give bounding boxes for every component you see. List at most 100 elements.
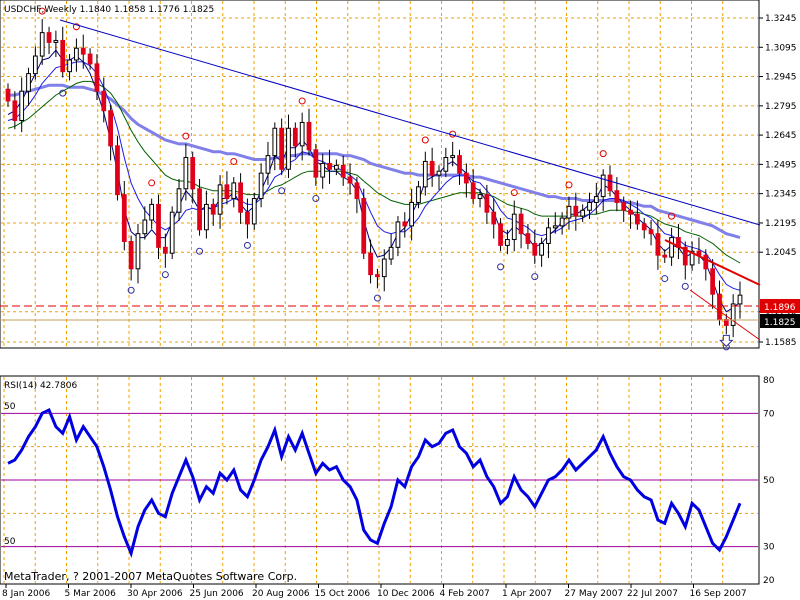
candle-body bbox=[162, 246, 168, 254]
candle-body bbox=[190, 157, 196, 190]
candle-body bbox=[101, 90, 107, 112]
candle-body bbox=[108, 110, 113, 147]
trading-chart: 1.3245 1.3095 1.2945 1.2795 1.2645 1.2495 1.23… bbox=[0, 0, 800, 600]
candle-body bbox=[169, 211, 175, 254]
candle-body bbox=[94, 63, 100, 92]
candle-body bbox=[409, 201, 415, 227]
rsi-left-level-top: 50 bbox=[4, 402, 16, 412]
candle-body bbox=[402, 221, 408, 227]
candle-body bbox=[491, 211, 497, 225]
price-tick-label: 1.2495 bbox=[765, 160, 797, 170]
candle-body bbox=[39, 32, 45, 57]
candle-body bbox=[176, 188, 182, 213]
time-tick-label: 16 Sep 2007 bbox=[690, 589, 747, 599]
candle-body bbox=[368, 252, 373, 276]
candle-body bbox=[265, 155, 271, 174]
candle-body bbox=[306, 121, 312, 151]
candle-body bbox=[381, 258, 387, 278]
price-tick-label: 1.2195 bbox=[765, 219, 797, 229]
bid-price-label: 1.1825 bbox=[764, 318, 796, 328]
candle-body bbox=[361, 198, 367, 254]
candle-body bbox=[210, 203, 216, 215]
candle-body bbox=[422, 160, 428, 188]
candle-body bbox=[641, 223, 647, 231]
candle-body bbox=[655, 233, 661, 256]
candle-body bbox=[737, 294, 743, 305]
time-tick-label: 30 Apr 2006 bbox=[127, 589, 183, 599]
chart-background bbox=[0, 0, 800, 600]
rsi-tick-label: 50 bbox=[763, 476, 775, 486]
candle-body bbox=[245, 211, 250, 225]
candle-body bbox=[498, 223, 503, 246]
candle-body bbox=[74, 47, 79, 61]
candle-body bbox=[593, 196, 599, 203]
time-tick-label: 20 Aug 2006 bbox=[252, 589, 310, 599]
time-tick-label: 22 Jul 2007 bbox=[627, 589, 678, 599]
time-tick-label: 15 Oct 2006 bbox=[315, 589, 371, 599]
candle-body bbox=[395, 221, 401, 248]
rsi-left-level-bottom: 50 bbox=[4, 537, 16, 547]
candle-body bbox=[204, 203, 209, 231]
time-tick-label: 1 Apr 2007 bbox=[502, 589, 552, 599]
candle-body bbox=[635, 213, 640, 225]
time-tick-label: 8 Jan 2006 bbox=[2, 589, 50, 599]
rsi-header: RSI(14) 42.7806 bbox=[4, 381, 77, 391]
copyright-text: MetaTrader, ? 2001-2007 MetaQuotes Softw… bbox=[4, 570, 297, 583]
candle-body bbox=[197, 188, 202, 231]
price-tick-label: 1.2645 bbox=[765, 131, 797, 141]
candle-body bbox=[128, 240, 134, 270]
candle-body bbox=[525, 233, 531, 244]
candle-body bbox=[717, 293, 722, 321]
candle-body bbox=[511, 213, 517, 241]
candle-body bbox=[669, 237, 674, 258]
candle-body bbox=[607, 174, 613, 192]
candle-body bbox=[231, 182, 237, 200]
candle-body bbox=[587, 201, 592, 211]
candle-body bbox=[648, 229, 654, 235]
time-tick-label: 27 May 2007 bbox=[565, 589, 624, 599]
candle-body bbox=[580, 209, 586, 217]
candle-body bbox=[333, 164, 339, 170]
candle-body bbox=[628, 209, 633, 215]
price-tick-label: 1.2945 bbox=[765, 73, 797, 83]
candle-body bbox=[539, 242, 544, 256]
candle-body bbox=[416, 186, 421, 203]
rsi-tick-label: 70 bbox=[763, 409, 775, 419]
candle-body bbox=[450, 155, 456, 159]
candle-body bbox=[19, 90, 25, 121]
candle-body bbox=[224, 184, 230, 200]
candle-body bbox=[12, 100, 18, 121]
candle-body bbox=[142, 219, 148, 235]
candle-body bbox=[279, 127, 285, 170]
candle-body bbox=[662, 254, 668, 258]
candle-body bbox=[121, 194, 127, 242]
candle-body bbox=[87, 53, 93, 65]
level-price-label: 1.1896 bbox=[764, 303, 796, 313]
candle-body bbox=[484, 194, 490, 213]
price-tick-label: 1.3095 bbox=[765, 43, 797, 53]
candle-body bbox=[532, 242, 538, 256]
candle-body bbox=[313, 149, 319, 178]
candle-body bbox=[53, 39, 59, 43]
candle-body bbox=[518, 213, 524, 235]
candle-body bbox=[32, 55, 38, 75]
candle-body bbox=[552, 225, 558, 229]
candle-body bbox=[443, 157, 449, 172]
candle-body bbox=[477, 194, 483, 200]
candle-body bbox=[429, 160, 435, 176]
candle-body bbox=[115, 145, 120, 196]
price-tick-label: 1.2345 bbox=[765, 190, 797, 200]
candle-body bbox=[26, 73, 31, 92]
candle-body bbox=[292, 127, 298, 147]
candle-body bbox=[258, 172, 264, 200]
candle-body bbox=[67, 59, 72, 73]
candle-body bbox=[80, 47, 86, 55]
candle-body bbox=[299, 121, 305, 147]
time-tick-label: 5 Mar 2006 bbox=[65, 589, 117, 599]
candle-body bbox=[703, 254, 709, 270]
candle-body bbox=[559, 217, 565, 227]
price-tick-label: 1.3245 bbox=[765, 14, 797, 24]
symbol-header: USDCHF,Weekly 1.1840 1.1858 1.1776 1.182… bbox=[4, 5, 214, 15]
candle-body bbox=[546, 227, 551, 244]
candle-body bbox=[149, 203, 155, 221]
